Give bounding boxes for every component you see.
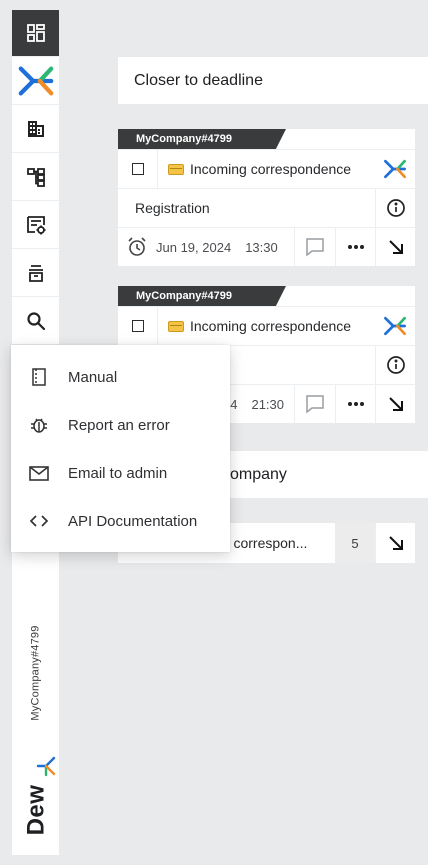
section-title: Closer to deadline xyxy=(134,71,263,89)
alarm-clock-icon xyxy=(128,237,146,256)
task-card[interactable]: MyCompany#4799 Incoming correspondence R… xyxy=(118,129,415,266)
dashboard-icon xyxy=(26,24,45,42)
company-tag: MyCompany#4799 xyxy=(118,129,286,149)
dew-logo-icon xyxy=(384,316,406,336)
task-count-badge: 5 xyxy=(335,523,375,563)
arrow-down-right-icon xyxy=(388,240,403,254)
arrow-down-right-icon xyxy=(388,397,403,411)
menu-item-api-docs[interactable]: API Documentation xyxy=(11,497,230,545)
sidebar-structure-button[interactable] xyxy=(12,154,59,201)
sidebar-search-button[interactable] xyxy=(12,298,59,345)
dew-brand-logo-icon xyxy=(36,756,56,777)
due-date: Jun 19, 2024 xyxy=(156,239,232,255)
more-button[interactable] xyxy=(335,228,375,266)
more-dots-icon xyxy=(347,245,364,249)
task-title[interactable]: Incoming correspondence xyxy=(190,318,351,334)
comment-button[interactable] xyxy=(295,228,335,266)
sidebar-archive-button[interactable] xyxy=(12,250,59,297)
select-checkbox[interactable] xyxy=(131,320,144,332)
org-structure-icon xyxy=(26,168,45,187)
mail-icon xyxy=(29,466,49,481)
menu-item-manual[interactable]: Manual xyxy=(11,353,230,401)
due-time: 21:30 xyxy=(251,396,285,412)
more-button[interactable] xyxy=(335,385,375,423)
bug-icon xyxy=(31,418,47,433)
comment-icon xyxy=(306,395,324,414)
comment-button[interactable] xyxy=(295,385,335,423)
dew-logo-icon xyxy=(384,159,406,179)
building-icon xyxy=(27,121,44,137)
company-tag: MyCompany#4799 xyxy=(118,286,286,306)
sidebar-document-settings-button[interactable] xyxy=(12,202,59,249)
more-dots-icon xyxy=(347,402,364,406)
code-icon xyxy=(29,515,49,527)
search-icon xyxy=(26,312,45,331)
menu-item-email-admin[interactable]: Email to admin xyxy=(11,449,230,497)
arrow-down-right-icon xyxy=(388,536,403,550)
menu-item-report-error[interactable]: Report an error xyxy=(11,401,230,449)
sidebar-companies-button[interactable] xyxy=(12,106,59,153)
open-button[interactable] xyxy=(375,385,415,423)
dew-logo-icon xyxy=(18,66,53,96)
sidebar-home-logo-button[interactable] xyxy=(12,58,59,105)
due-time: 13:30 xyxy=(245,239,278,255)
info-button[interactable] xyxy=(375,189,415,227)
correspondence-icon xyxy=(168,163,184,175)
help-menu: Manual Report an error Email to admin AP… xyxy=(11,345,230,552)
info-icon xyxy=(386,199,405,217)
manual-icon xyxy=(32,368,46,386)
open-button[interactable] xyxy=(375,228,415,266)
document-settings-icon xyxy=(26,216,45,235)
select-checkbox[interactable] xyxy=(131,163,144,175)
correspondence-icon xyxy=(168,320,184,332)
comment-icon xyxy=(306,238,324,257)
stage-label: Registration xyxy=(135,200,210,216)
company-name-vertical: MyCompany#4799 xyxy=(30,625,43,721)
brand-wordmark: Dew xyxy=(22,784,50,836)
open-button[interactable] xyxy=(375,523,415,563)
info-icon xyxy=(386,356,405,374)
sidebar-dashboard-button[interactable] xyxy=(12,10,59,57)
task-title[interactable]: Incoming correspondence xyxy=(190,161,351,177)
section-header-deadline[interactable]: Closer to deadline xyxy=(118,57,428,104)
archive-icon xyxy=(28,265,43,282)
info-button[interactable] xyxy=(375,346,415,384)
